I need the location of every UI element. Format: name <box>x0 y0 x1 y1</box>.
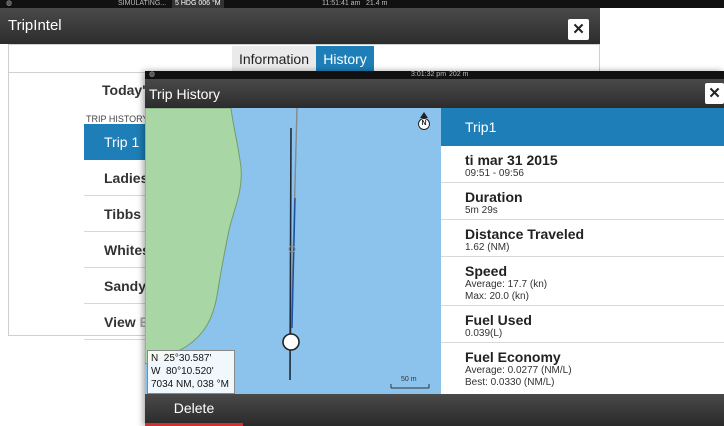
front-status-bar: ◍ 3:01:32 pm 202 m <box>145 71 724 79</box>
duration-row: Duration 5m 29s <box>441 183 724 220</box>
distance-row: Distance Traveled 1.62 (NM) <box>441 220 724 257</box>
fuel-economy-row: Fuel Economy Average: 0.0277 (NM/L) Best… <box>441 343 724 394</box>
fuel-used-label: Fuel Used <box>465 312 532 328</box>
selected-trip-header[interactable]: Trip1 <box>441 108 724 146</box>
fuel-used-value: 0.039(L) <box>465 328 503 339</box>
distance-value: 1.62 (NM) <box>465 242 510 253</box>
speed-label: Speed <box>465 263 508 279</box>
bottom-toolbar: Delete <box>145 394 724 426</box>
close-button[interactable]: ✕ <box>568 19 589 40</box>
delete-button[interactable]: Delete <box>145 394 243 426</box>
window-title: TripIntel <box>8 17 62 34</box>
simulating-text: SIMULATING... <box>118 0 167 7</box>
trip-date-row: ti mar 31 2015 09:51 - 09:56 <box>441 146 724 183</box>
clock-text: 11:51:41 am <box>322 0 361 7</box>
tab-information[interactable]: Information <box>232 46 316 73</box>
cursor-position-box: N 25°30.587' W 80°10.520' 7034 NM, 038 °… <box>147 350 235 394</box>
longitude-text: W 80°10.520' <box>151 366 214 377</box>
north-label: N <box>418 118 430 130</box>
trip-details-panel: Trip1 ti mar 31 2015 09:51 - 09:56 Durat… <box>441 108 724 394</box>
speed-average: Average: 17.7 (kn) <box>465 279 548 290</box>
scale-label: 50 m <box>401 376 417 383</box>
close-icon: ✕ <box>572 21 585 38</box>
tab-history[interactable]: History <box>316 46 374 73</box>
back-status-bar: ◍ SIMULATING... 5 HDG 006 °M 11:51:41 am… <box>0 0 724 8</box>
heading-readout: 5 HDG 006 °M <box>172 0 224 8</box>
close-button[interactable]: ✕ <box>705 83 724 104</box>
status-icon: ◍ <box>6 0 13 7</box>
fuel-economy-average: Average: 0.0277 (NM/L) <box>465 365 572 376</box>
vessel-position-marker <box>282 333 300 351</box>
trip-date: ti mar 31 2015 <box>465 152 558 168</box>
front-title-bar: Trip History ✕ <box>145 79 724 108</box>
latitude-text: N 25°30.587' <box>151 353 212 364</box>
trip-time-range: 09:51 - 09:56 <box>465 168 524 179</box>
speed-max: Max: 20.0 (kn) <box>465 291 529 302</box>
speed-row: Speed Average: 17.7 (kn) Max: 20.0 (kn) <box>441 257 724 306</box>
fuel-economy-label: Fuel Economy <box>465 349 561 365</box>
fuel-economy-best: Best: 0.0330 (NM/L) <box>465 377 555 388</box>
history-header: TRIP HISTORY <box>86 114 149 124</box>
depth-text: 21.4 m <box>366 0 388 7</box>
clock-text: 3:01:32 pm <box>411 71 447 78</box>
duration-label: Duration <box>465 189 523 205</box>
trip-map[interactable]: N 50 m N 25°30.587' W 80°10.520' 7034 NM… <box>145 108 441 394</box>
duration-value: 5m 29s <box>465 205 498 216</box>
depth-text: 202 m <box>449 71 469 78</box>
window-title: Trip History <box>149 86 221 102</box>
distance-label: Distance Traveled <box>465 226 585 242</box>
north-arrow-icon[interactable]: N <box>418 112 430 134</box>
back-title-bar: TripIntel ✕ <box>0 8 600 44</box>
status-icon: ◍ <box>149 71 156 78</box>
fuel-used-row: Fuel Used 0.039(L) <box>441 306 724 343</box>
close-icon: ✕ <box>708 85 721 102</box>
range-bearing-text: 7034 NM, 038 °M <box>151 379 229 390</box>
trip-history-window: ◍ 3:01:32 pm 202 m Trip History ✕ N 50 m <box>145 71 724 426</box>
